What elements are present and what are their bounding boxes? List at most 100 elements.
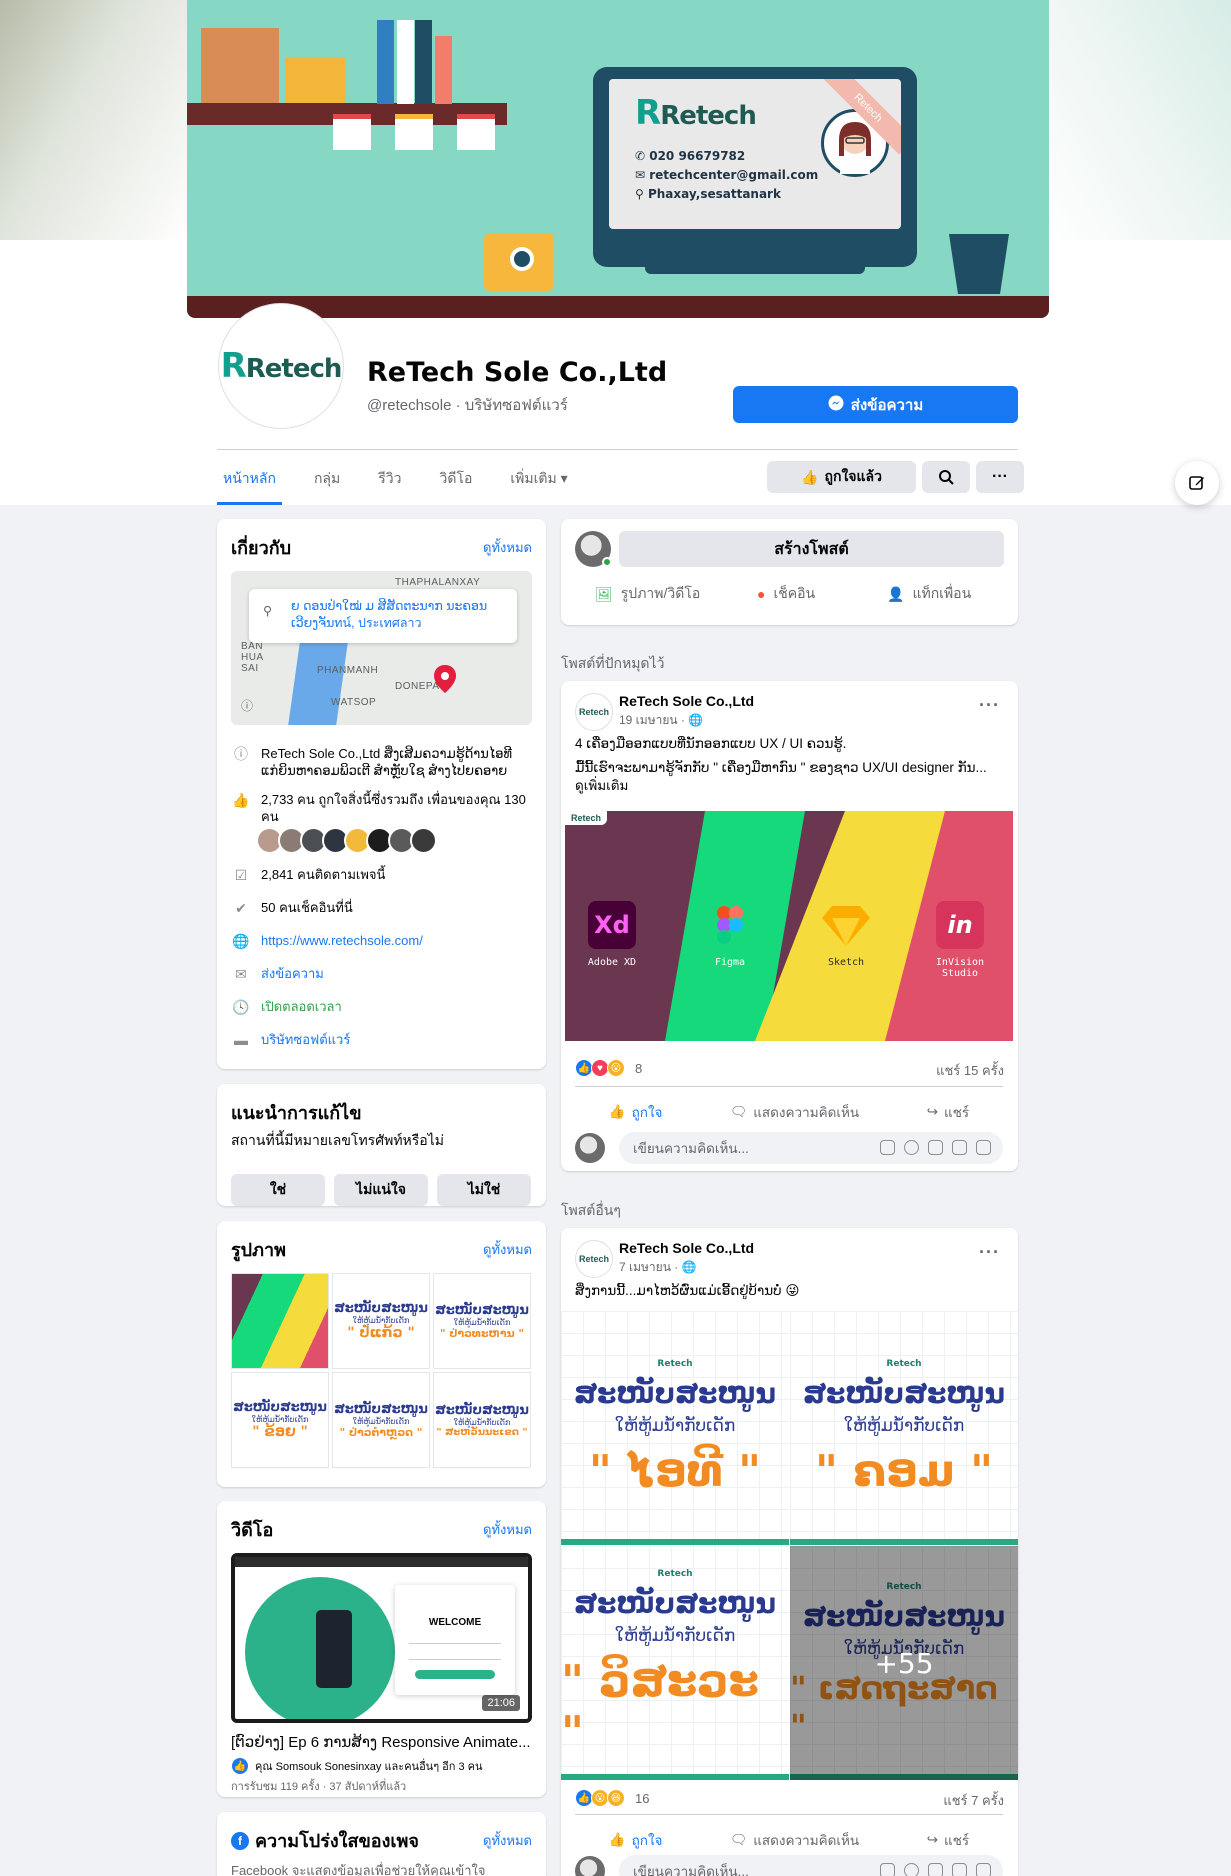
photo-thumbnail[interactable]: ສະໜັບສະໜູນ ໃຫ້ຫູ້ມນໍ້າກັບເດັກ " ສະຫວັນນະເຂ… <box>433 1372 531 1468</box>
post-shares[interactable]: แชร์ 15 ครั้ง <box>936 1060 1004 1081</box>
video-liked-by[interactable]: 👍 คุณ Somsouk Sonesinxay และคนอื่นๆ อีก … <box>231 1757 483 1775</box>
friend-avatars[interactable] <box>256 827 437 854</box>
photo-name: " ປ່າວຕຳຫຼວດ " <box>339 1425 423 1439</box>
friend-avatar[interactable] <box>410 827 437 854</box>
post-image[interactable]: Retech ສະໜັບສະໜູນ ໃຫ້ຫູ້ມນໍ້າກັບເດັກ " ໄອທີ… <box>561 1311 789 1545</box>
tool-icon: Xd <box>588 901 636 949</box>
website-link[interactable]: https://www.retechsole.com/ <box>261 932 423 950</box>
photo-thumbnail[interactable] <box>231 1273 329 1369</box>
share-button[interactable]: ↪ แชร์ <box>927 1825 969 1854</box>
about-hours[interactable]: 🕓 เปิดตลอดเวลา <box>231 998 531 1016</box>
tab-home[interactable]: หน้าหลัก <box>217 460 282 505</box>
gif-icon[interactable] <box>952 1863 967 1876</box>
location-map[interactable]: THAPHALANXAY BAN HUA SAI PHANMANH DONEPA… <box>231 571 532 725</box>
post-reactions[interactable]: 👍 😮 😆 16 <box>575 1789 649 1807</box>
camera-icon[interactable] <box>928 1863 943 1876</box>
messenger-icon: ✉ <box>235 965 247 982</box>
search-button[interactable] <box>922 461 970 493</box>
suggest-unsure-button[interactable]: ไม่แน่ใจ <box>334 1174 428 1206</box>
post-image[interactable]: Retech ສະໜັບສະໜູນ ໃຫ້ຫູ້ມນໍ້າກັບເດັກ " ວິສະ… <box>561 1546 789 1780</box>
post-author-avatar[interactable]: Retech <box>575 693 613 731</box>
send-message-link[interactable]: ส่งข้อความ <box>261 965 324 983</box>
map-river <box>285 641 349 725</box>
sticker-icon[interactable] <box>976 1863 991 1876</box>
suggest-yes-button[interactable]: ใช่ <box>231 1174 325 1206</box>
more-options-button[interactable]: ··· <box>976 461 1024 493</box>
photo-video-button[interactable]: 🖼 รูปภาพ/วิดีโอ <box>595 583 700 605</box>
liked-button[interactable]: 👍 ถูกใจแล้ว <box>767 461 916 493</box>
comment-button[interactable]: 🗨 แสดงความคิดเห็น <box>730 1825 859 1854</box>
about-see-all-link[interactable]: ดูทั้งหมด <box>483 537 532 558</box>
tab-videos[interactable]: วิดีโอ <box>434 460 479 505</box>
about-category[interactable]: ▬ บริษัทซอฟต์แวร์ <box>231 1031 531 1049</box>
send-message-button[interactable]: ส่งข้อความ <box>733 386 1018 423</box>
share-button[interactable]: ↪ แชร์ <box>927 1097 969 1126</box>
tab-groups[interactable]: กลุ่ม <box>308 460 346 505</box>
emoji-icon[interactable] <box>904 1863 919 1876</box>
share-icon: ↪ <box>926 1103 939 1119</box>
other-post: Retech ReTech Sole Co.,Ltd 7 เมษายน · 🌐 … <box>561 1228 1018 1876</box>
video-thumbnail[interactable]: WELCOME 21:06 <box>231 1553 532 1723</box>
avatar-sticker-icon[interactable] <box>880 1140 895 1155</box>
video-caption[interactable]: [ຕົວຢ່າງ] Ep 6 ການສ້າງ Responsive Animat… <box>231 1733 536 1751</box>
hours-text: เปิดตลอดเวลา <box>261 999 342 1014</box>
tab-more[interactable]: เพิ่มเติม ▾ <box>504 460 573 505</box>
like-button[interactable]: 👍 ถูกใจ <box>609 1097 663 1126</box>
post-time[interactable]: 19 เมษายน · 🌐 <box>619 711 703 730</box>
post-author-avatar[interactable]: Retech <box>575 1240 613 1278</box>
avatar[interactable] <box>575 1856 605 1876</box>
post-shares[interactable]: แชร์ 7 ครั้ง <box>943 1790 1004 1811</box>
image-name: " ໄອທີ " <box>588 1446 762 1497</box>
new-message-button[interactable] <box>1175 461 1219 505</box>
post-author[interactable]: ReTech Sole Co.,Ltd <box>619 1240 754 1256</box>
photo-thumbnail[interactable]: ສະໜັບສະໜູນ ໃຫ້ຫູ້ມນໍ້າກັບເດັກ " ປໍ່ແກ້ວ " <box>332 1273 430 1369</box>
comment-input[interactable]: เขียนความคิดเห็น... <box>619 1855 1003 1876</box>
map-info-icon[interactable]: ⓘ <box>241 697 253 714</box>
video-field-line <box>409 1638 501 1644</box>
post-options-button[interactable]: ··· <box>979 695 1000 716</box>
comment-input[interactable]: เขียนความคิดเห็น... <box>619 1132 1003 1164</box>
photo-heading: ສະໜັບສະໜູນ <box>334 1401 428 1417</box>
tab-reviews[interactable]: รีวิว <box>372 460 407 505</box>
photo-thumbnail[interactable]: ສະໜັບສະໜູນ ໃຫ້ຫູ້ມນໍ້າກັບເດັກ " ປ່າວຕຳຫຼວດ… <box>332 1372 430 1468</box>
more-photos-overlay[interactable]: +55 <box>790 1546 1018 1780</box>
about-website[interactable]: 🌐 https://www.retechsole.com/ <box>231 932 531 950</box>
comment-button[interactable]: 🗨 แสดงความคิดเห็น <box>730 1097 859 1126</box>
map-address-box[interactable]: ⚲ ຍ ດອນປ່າໃໝ່ ມ ສີສັດຕະນາກ ນະຄອນ ເວີຍງຈັ… <box>249 589 517 643</box>
avatar[interactable] <box>575 1133 605 1163</box>
sticker-icon[interactable] <box>976 1140 991 1155</box>
cover-book <box>435 36 452 104</box>
cover-photo[interactable]: RRetech ✆ 020 96679782 ✉ retechcenter@gm… <box>187 0 1049 318</box>
photo-thumbnail[interactable]: ສະໜັບສະໜູນ ໃຫ້ຫູ້ມນໍ້າກັບເດັກ " ປ່າວທະຫານ … <box>433 1273 531 1369</box>
videos-see-all-link[interactable]: ดูทั้งหมด <box>483 1519 532 1540</box>
avatar-sticker-icon[interactable] <box>880 1863 895 1876</box>
gif-icon[interactable] <box>952 1140 967 1155</box>
tag-friends-button[interactable]: 👤 แท็กเพื่อน <box>887 583 971 605</box>
emoji-icon[interactable] <box>904 1140 919 1155</box>
like-button[interactable]: 👍 ถูกใจ <box>609 1825 663 1854</box>
checkin-button[interactable]: ● เช็คอิน <box>757 583 815 605</box>
suggest-no-button[interactable]: ไม่ใช่ <box>437 1174 531 1206</box>
post-actions: 👍 ถูกใจ 🗨 แสดงความคิดเห็น ↪ แชร์ <box>575 1814 1003 1854</box>
camera-icon[interactable] <box>928 1140 943 1155</box>
transparency-see-all-link[interactable]: ดูทั้งหมด <box>483 1830 532 1851</box>
post-options-button[interactable]: ··· <box>979 1242 1000 1263</box>
photos-see-all-link[interactable]: ดูทั้งหมด <box>483 1239 532 1260</box>
create-post-button[interactable]: สร้างโพสต์ <box>619 531 1004 567</box>
cover-book <box>377 20 394 104</box>
post-image[interactable]: Retech ສະໜັບສະໜູນ ໃຫ້ຫູ້ມນໍ້າກັບເດັກ " ຄອມ … <box>790 1311 1018 1545</box>
page-profile-picture[interactable]: RRetech <box>219 304 343 428</box>
post-reactions[interactable]: 👍 ♥ 😮 8 <box>575 1059 642 1077</box>
photo-sub: ໃຫ້ຫູ້ມນໍ້າກັບເດັກ <box>453 1317 511 1327</box>
photo-thumbnail[interactable]: ສະໜັບສະໜູນ ໃຫ້ຫູ້ມນໍ້າກັບເດັກ " ຂ້ອຍ " <box>231 1372 329 1468</box>
post-text-line[interactable]: ມື້ນີ້ເຮົາຈະພາມາຮູ້ຈັກກັບ " ເຄື່ອງມືຫາກົ… <box>575 759 995 795</box>
post-author[interactable]: ReTech Sole Co.,Ltd <box>619 693 754 709</box>
image-bar <box>561 1539 789 1545</box>
transparency-card: f ความโปร่งใสของเพจ ดูทั้งหมด Facebook จ… <box>217 1812 546 1876</box>
post-image[interactable]: Retech Xd Adobe XD Figma Sketch in InVisio… <box>565 811 1013 1041</box>
about-send-message[interactable]: ✉ ส่งข้อความ <box>231 965 531 983</box>
about-description-text: ReTech Sole Co.,Ltd ສິ່ງເສີມຄວາມຮູ້ດ້ານໄ… <box>261 746 512 778</box>
category-link[interactable]: บริษัทซอฟต์แวร์ <box>261 1031 350 1049</box>
post-image[interactable]: Retech ສະໜັບສະໜູນ ໃຫ້ຫູ້ມນໍ້າກັບເດັກ " ເສດຖ… <box>790 1546 1018 1780</box>
post-time[interactable]: 7 เมษายน · 🌐 <box>619 1258 697 1277</box>
